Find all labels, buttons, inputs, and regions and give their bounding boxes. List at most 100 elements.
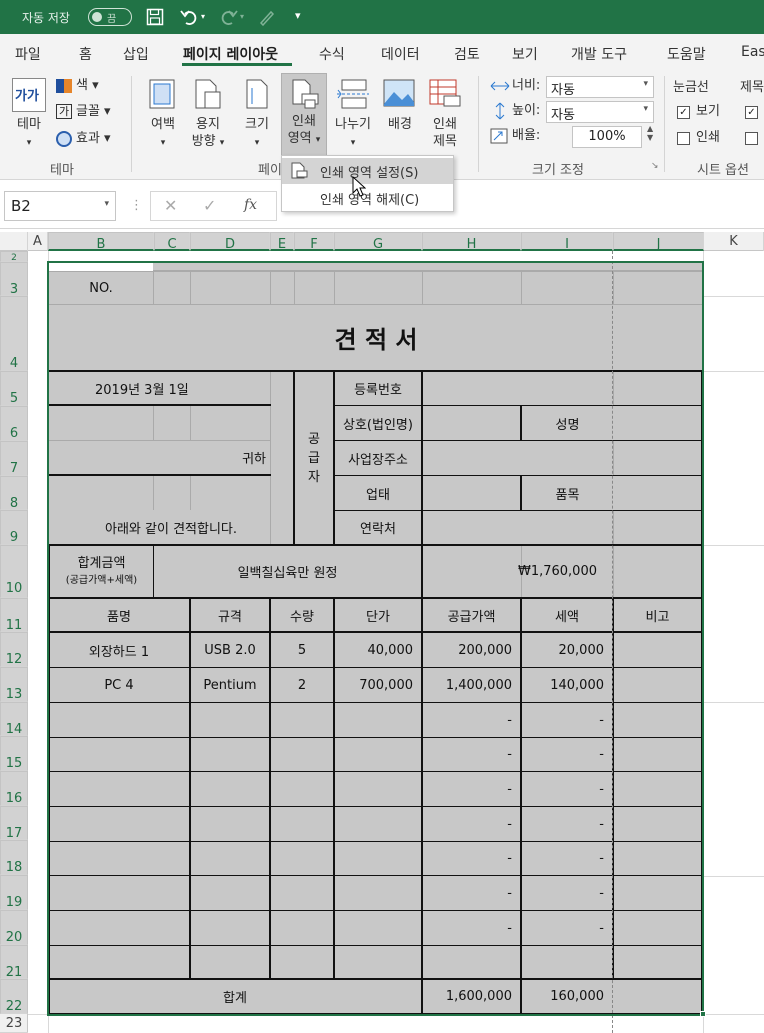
- header-supply-amount[interactable]: 공급가액: [423, 599, 520, 631]
- item-spec[interactable]: [191, 738, 269, 771]
- tab-data[interactable]: 데이터: [381, 44, 420, 64]
- tab-page-layout[interactable]: 페이지 레이아웃: [183, 44, 278, 64]
- document-title[interactable]: 견 적 서: [49, 305, 703, 370]
- contact-label[interactable]: 연락처: [335, 511, 421, 544]
- row-header[interactable]: 9: [0, 510, 28, 545]
- autosave-toggle[interactable]: 끔: [88, 8, 132, 26]
- item-name[interactable]: [49, 807, 189, 841]
- item-remarks[interactable]: [614, 703, 701, 737]
- item-tax[interactable]: -: [522, 911, 612, 945]
- header-remarks[interactable]: 비고: [614, 599, 701, 631]
- no-label[interactable]: NO.: [49, 272, 153, 304]
- header-item-name[interactable]: 품명: [49, 599, 189, 631]
- item-qty[interactable]: [271, 738, 333, 771]
- item-tax[interactable]: -: [522, 876, 612, 910]
- tab-home[interactable]: 홈: [79, 44, 92, 64]
- reg-number-label[interactable]: 등록번호: [335, 372, 421, 405]
- print-titles-button[interactable]: 인쇄 제목: [422, 116, 468, 150]
- row-header[interactable]: 7: [0, 441, 28, 476]
- save-icon[interactable]: [146, 8, 164, 26]
- colors-button[interactable]: 색 ▾: [76, 77, 99, 94]
- row-header[interactable]: 5: [0, 371, 28, 406]
- item-tax[interactable]: -: [522, 807, 612, 841]
- dialog-launcher-icon[interactable]: ↘: [651, 161, 659, 171]
- item-unit-price[interactable]: 40,000: [335, 633, 421, 667]
- item-remarks[interactable]: [614, 876, 701, 910]
- tab-formulas[interactable]: 수식: [319, 44, 345, 64]
- height-select[interactable]: 자동 ▾: [546, 101, 654, 123]
- format-painter-icon[interactable]: [258, 8, 276, 26]
- size-button[interactable]: 크기 ▾: [236, 116, 278, 152]
- item-spec[interactable]: [191, 842, 269, 875]
- set-print-area-item[interactable]: 인쇄 영역 설정(S): [282, 158, 453, 184]
- date-cell[interactable]: 2019년 3월 1일: [49, 372, 270, 404]
- fonts-button[interactable]: 글꼴 ▾: [76, 103, 111, 120]
- item-supply-amount[interactable]: -: [423, 876, 520, 910]
- item-name[interactable]: [49, 703, 189, 737]
- row-header[interactable]: 12: [0, 632, 28, 667]
- item-type-label[interactable]: 품목: [522, 476, 613, 510]
- row-header[interactable]: 8: [0, 476, 28, 511]
- undo-icon[interactable]: [180, 8, 200, 26]
- item-qty[interactable]: 5: [271, 633, 333, 667]
- item-name[interactable]: [49, 911, 189, 945]
- item-unit-price[interactable]: [335, 876, 421, 910]
- item-spec[interactable]: [191, 876, 269, 910]
- item-spec[interactable]: [191, 807, 269, 841]
- supplier-label[interactable]: 공급자: [295, 372, 333, 544]
- item-remarks[interactable]: [614, 842, 701, 875]
- item-name[interactable]: [49, 876, 189, 910]
- item-supply-amount[interactable]: -: [423, 842, 520, 875]
- tab-insert[interactable]: 삽입: [123, 44, 149, 64]
- themes-button[interactable]: 테마 ▾: [8, 116, 50, 152]
- item-supply-amount[interactable]: -: [423, 911, 520, 945]
- item-name[interactable]: [49, 738, 189, 771]
- item-qty[interactable]: [271, 842, 333, 875]
- item-spec[interactable]: [191, 911, 269, 945]
- row-header[interactable]: 23: [0, 1014, 28, 1033]
- header-qty[interactable]: 수량: [271, 599, 333, 631]
- gridlines-print-checkbox[interactable]: [677, 132, 690, 145]
- item-spec[interactable]: [191, 772, 269, 806]
- item-qty[interactable]: [271, 772, 333, 806]
- tab-easy[interactable]: Eas: [741, 44, 764, 60]
- gridlines-view-checkbox[interactable]: ✓: [677, 106, 690, 119]
- item-tax[interactable]: -: [522, 738, 612, 771]
- headings-view-checkbox[interactable]: ✓: [745, 106, 758, 119]
- row-header[interactable]: 17: [0, 806, 28, 841]
- row-header[interactable]: 11: [0, 598, 28, 633]
- tab-developer[interactable]: 개발 도구: [571, 44, 627, 64]
- item-qty[interactable]: [271, 911, 333, 945]
- row-header[interactable]: 22: [0, 979, 28, 1014]
- undo-dropdown-icon[interactable]: ▾: [201, 12, 205, 21]
- row-header[interactable]: 19: [0, 875, 28, 910]
- item-spec[interactable]: [191, 703, 269, 737]
- item-remarks[interactable]: [614, 772, 701, 806]
- tab-review[interactable]: 검토: [454, 44, 480, 64]
- column-header-c[interactable]: C: [154, 232, 190, 252]
- item-spec[interactable]: USB 2.0: [191, 633, 269, 667]
- headings-print-checkbox[interactable]: [745, 132, 758, 145]
- tab-file[interactable]: 파일: [15, 44, 41, 64]
- address-label[interactable]: 사업장주소: [335, 441, 421, 475]
- column-header-g[interactable]: G: [334, 232, 422, 252]
- item-remarks[interactable]: [614, 807, 701, 841]
- item-qty[interactable]: [271, 876, 333, 910]
- item-unit-price[interactable]: [335, 911, 421, 945]
- item-unit-price[interactable]: [335, 703, 421, 737]
- column-header-k[interactable]: K: [704, 232, 764, 251]
- item-supply-amount[interactable]: -: [423, 703, 520, 737]
- cancel-icon[interactable]: ✕: [164, 196, 177, 215]
- scale-spinner[interactable]: ▲ ▼: [647, 124, 653, 142]
- total-amount-value[interactable]: ₩1,760,000: [423, 546, 613, 597]
- row-header[interactable]: 4: [0, 296, 28, 371]
- themes-icon[interactable]: 가가: [12, 78, 46, 112]
- row-header[interactable]: 3: [0, 262, 28, 297]
- total-amount-label[interactable]: 합계금액 (공급가액+세액): [50, 546, 153, 597]
- column-header-i[interactable]: I: [521, 232, 613, 252]
- width-select[interactable]: 자동 ▾: [546, 76, 654, 98]
- item-unit-price[interactable]: 700,000: [335, 668, 421, 702]
- select-all-corner[interactable]: [0, 232, 28, 251]
- sum-label[interactable]: 합계: [49, 980, 421, 1013]
- item-tax[interactable]: 20,000: [522, 633, 612, 667]
